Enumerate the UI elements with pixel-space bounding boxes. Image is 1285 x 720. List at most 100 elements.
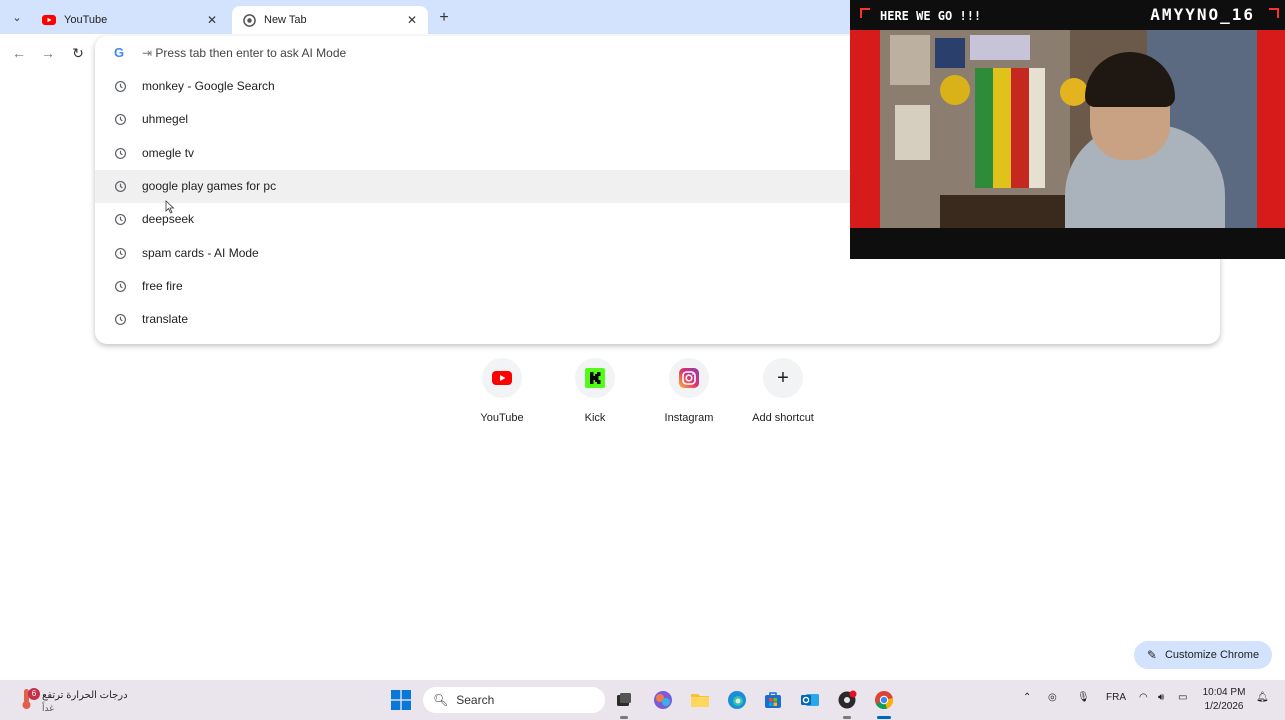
taskbar-app-edge[interactable] <box>726 689 748 711</box>
suggestion-item[interactable]: translate <box>95 303 1220 336</box>
arrow-left-icon: ← <box>12 45 26 61</box>
suggestion-label: free fire <box>142 279 183 293</box>
frame-corner <box>860 8 870 18</box>
history-icon <box>114 213 127 226</box>
tab-key-icon: ⇥ <box>142 46 156 60</box>
language-indicator[interactable]: FRA <box>1106 692 1126 703</box>
plus-icon: + <box>777 366 789 389</box>
wifi-icon[interactable]: ◠ <box>1139 692 1148 703</box>
webcam-poster <box>895 105 930 160</box>
webcam-feed <box>880 30 1257 228</box>
taskbar-app-copilot[interactable] <box>652 689 674 711</box>
webcam-scarf <box>993 68 1011 188</box>
chrome-window: ⌄ YouTube ✕ New Tab ✕ + ← → ↻ G ⇥ Press … <box>0 0 1285 720</box>
weather-subtext: غداً <box>42 703 54 713</box>
suggestion-label: translate <box>142 312 189 326</box>
customize-chrome-button[interactable]: ✎ Customize Chrome <box>1134 641 1272 669</box>
shortcut-label: Add shortcut <box>752 412 814 424</box>
webcam-scarf <box>975 68 993 188</box>
history-icon <box>114 80 127 93</box>
shortcut-add[interactable]: + Add shortcut <box>737 358 829 434</box>
clock[interactable]: 10:04 PM 1/2/2026 <box>1196 686 1252 714</box>
kick-icon <box>585 368 605 388</box>
stream-footer <box>850 228 1285 259</box>
youtube-icon <box>492 371 512 385</box>
store-icon <box>765 692 781 708</box>
obs-icon <box>838 690 857 709</box>
reload-button[interactable]: ↻ <box>68 43 88 63</box>
webcam-scarf <box>1011 68 1029 188</box>
running-indicator <box>843 716 851 719</box>
google-icon: G <box>114 45 125 60</box>
reload-icon: ↻ <box>72 44 84 61</box>
taskbar-app-file-explorer[interactable] <box>689 689 711 711</box>
stream-title: HERE WE GO !!! <box>880 9 982 23</box>
shortcut-tile: + <box>763 358 803 398</box>
search-icon: 🔍︎ <box>433 693 449 707</box>
webcam-poster <box>1060 78 1088 106</box>
taskbar-app-outlook[interactable] <box>799 689 821 711</box>
clock-time: 10:04 PM <box>1202 687 1246 698</box>
start-button[interactable] <box>390 689 412 711</box>
notification-badge: 6 <box>28 688 40 700</box>
tab-title: YouTube <box>64 14 108 26</box>
suggestion-item[interactable]: free fire <box>95 270 1220 303</box>
history-icon <box>114 147 127 160</box>
shortcut-tile <box>482 358 522 398</box>
running-indicator <box>620 716 628 719</box>
close-icon[interactable]: ✕ <box>404 12 420 28</box>
shortcut-label: YouTube <box>480 412 524 424</box>
suggestion-label: omegle tv <box>142 146 195 160</box>
taskbar-search[interactable]: 🔍︎ Search <box>423 687 605 713</box>
tab-youtube[interactable]: YouTube ✕ <box>32 6 228 34</box>
network-globe-icon[interactable]: ◎ <box>1048 692 1057 703</box>
shortcut-kick[interactable]: Kick <box>549 358 641 434</box>
webcam-couch <box>940 195 1080 228</box>
battery-icon[interactable]: ▭ <box>1178 692 1187 703</box>
edge-icon <box>728 691 746 709</box>
notification-bell-icon[interactable]: 🔔︎ <box>1256 692 1269 703</box>
history-icon <box>114 247 127 260</box>
history-icon <box>114 313 127 326</box>
shortcut-tile <box>575 358 615 398</box>
forward-button[interactable]: → <box>38 43 58 63</box>
back-button[interactable]: ← <box>9 43 29 63</box>
close-icon[interactable]: ✕ <box>204 12 220 28</box>
history-icon <box>114 280 127 293</box>
stream-overlay: HERE WE GO !!! AMYYNO_16 <box>850 0 1285 259</box>
shortcut-label: Instagram <box>664 412 714 424</box>
running-indicator <box>877 716 891 719</box>
tab-search-button[interactable]: ⌄ <box>6 6 28 28</box>
pencil-icon: ✎ <box>1146 648 1157 662</box>
chrome-favicon-icon <box>242 13 256 27</box>
new-tab-button[interactable]: + <box>434 8 454 28</box>
tab-title: New Tab <box>264 14 307 26</box>
plus-icon: + <box>439 9 449 26</box>
webcam-poster <box>940 75 970 105</box>
chrome-icon <box>875 691 894 710</box>
volume-icon[interactable]: 🔊︎ <box>1158 692 1164 703</box>
suggestion-label: spam cards - AI Mode <box>142 246 259 260</box>
copilot-icon <box>654 691 672 709</box>
omnibox-placeholder: ⇥ Press tab then enter to ask AI Mode <box>142 46 347 60</box>
streamer-name: AMYYNO_16 <box>1150 5 1255 24</box>
youtube-favicon-icon <box>42 13 56 27</box>
history-icon <box>114 180 127 193</box>
shortcut-label: Kick <box>584 412 606 424</box>
weather-widget[interactable]: 6 درجات الحرارة ترتفع غداً <box>18 685 148 715</box>
taskbar-app-chrome[interactable] <box>873 689 895 711</box>
shortcut-instagram[interactable]: Instagram <box>643 358 735 434</box>
tab-new-tab[interactable]: New Tab ✕ <box>232 6 428 34</box>
taskbar-app-store[interactable] <box>762 689 784 711</box>
suggestion-label: monkey - Google Search <box>142 79 275 93</box>
suggestion-label: google play games for pc <box>142 179 277 193</box>
chevron-up-icon[interactable]: ⌃ <box>1023 692 1031 703</box>
taskbar-app-task-view[interactable] <box>613 689 635 711</box>
webcam-poster <box>970 35 1030 60</box>
shortcut-youtube[interactable]: YouTube <box>456 358 548 434</box>
shortcut-tile <box>669 358 709 398</box>
webcam-poster <box>890 35 930 85</box>
taskbar-app-streaming[interactable] <box>836 689 858 711</box>
mouse-cursor-icon <box>165 200 175 214</box>
microphone-icon[interactable]: 🎙︎ <box>1077 692 1090 703</box>
